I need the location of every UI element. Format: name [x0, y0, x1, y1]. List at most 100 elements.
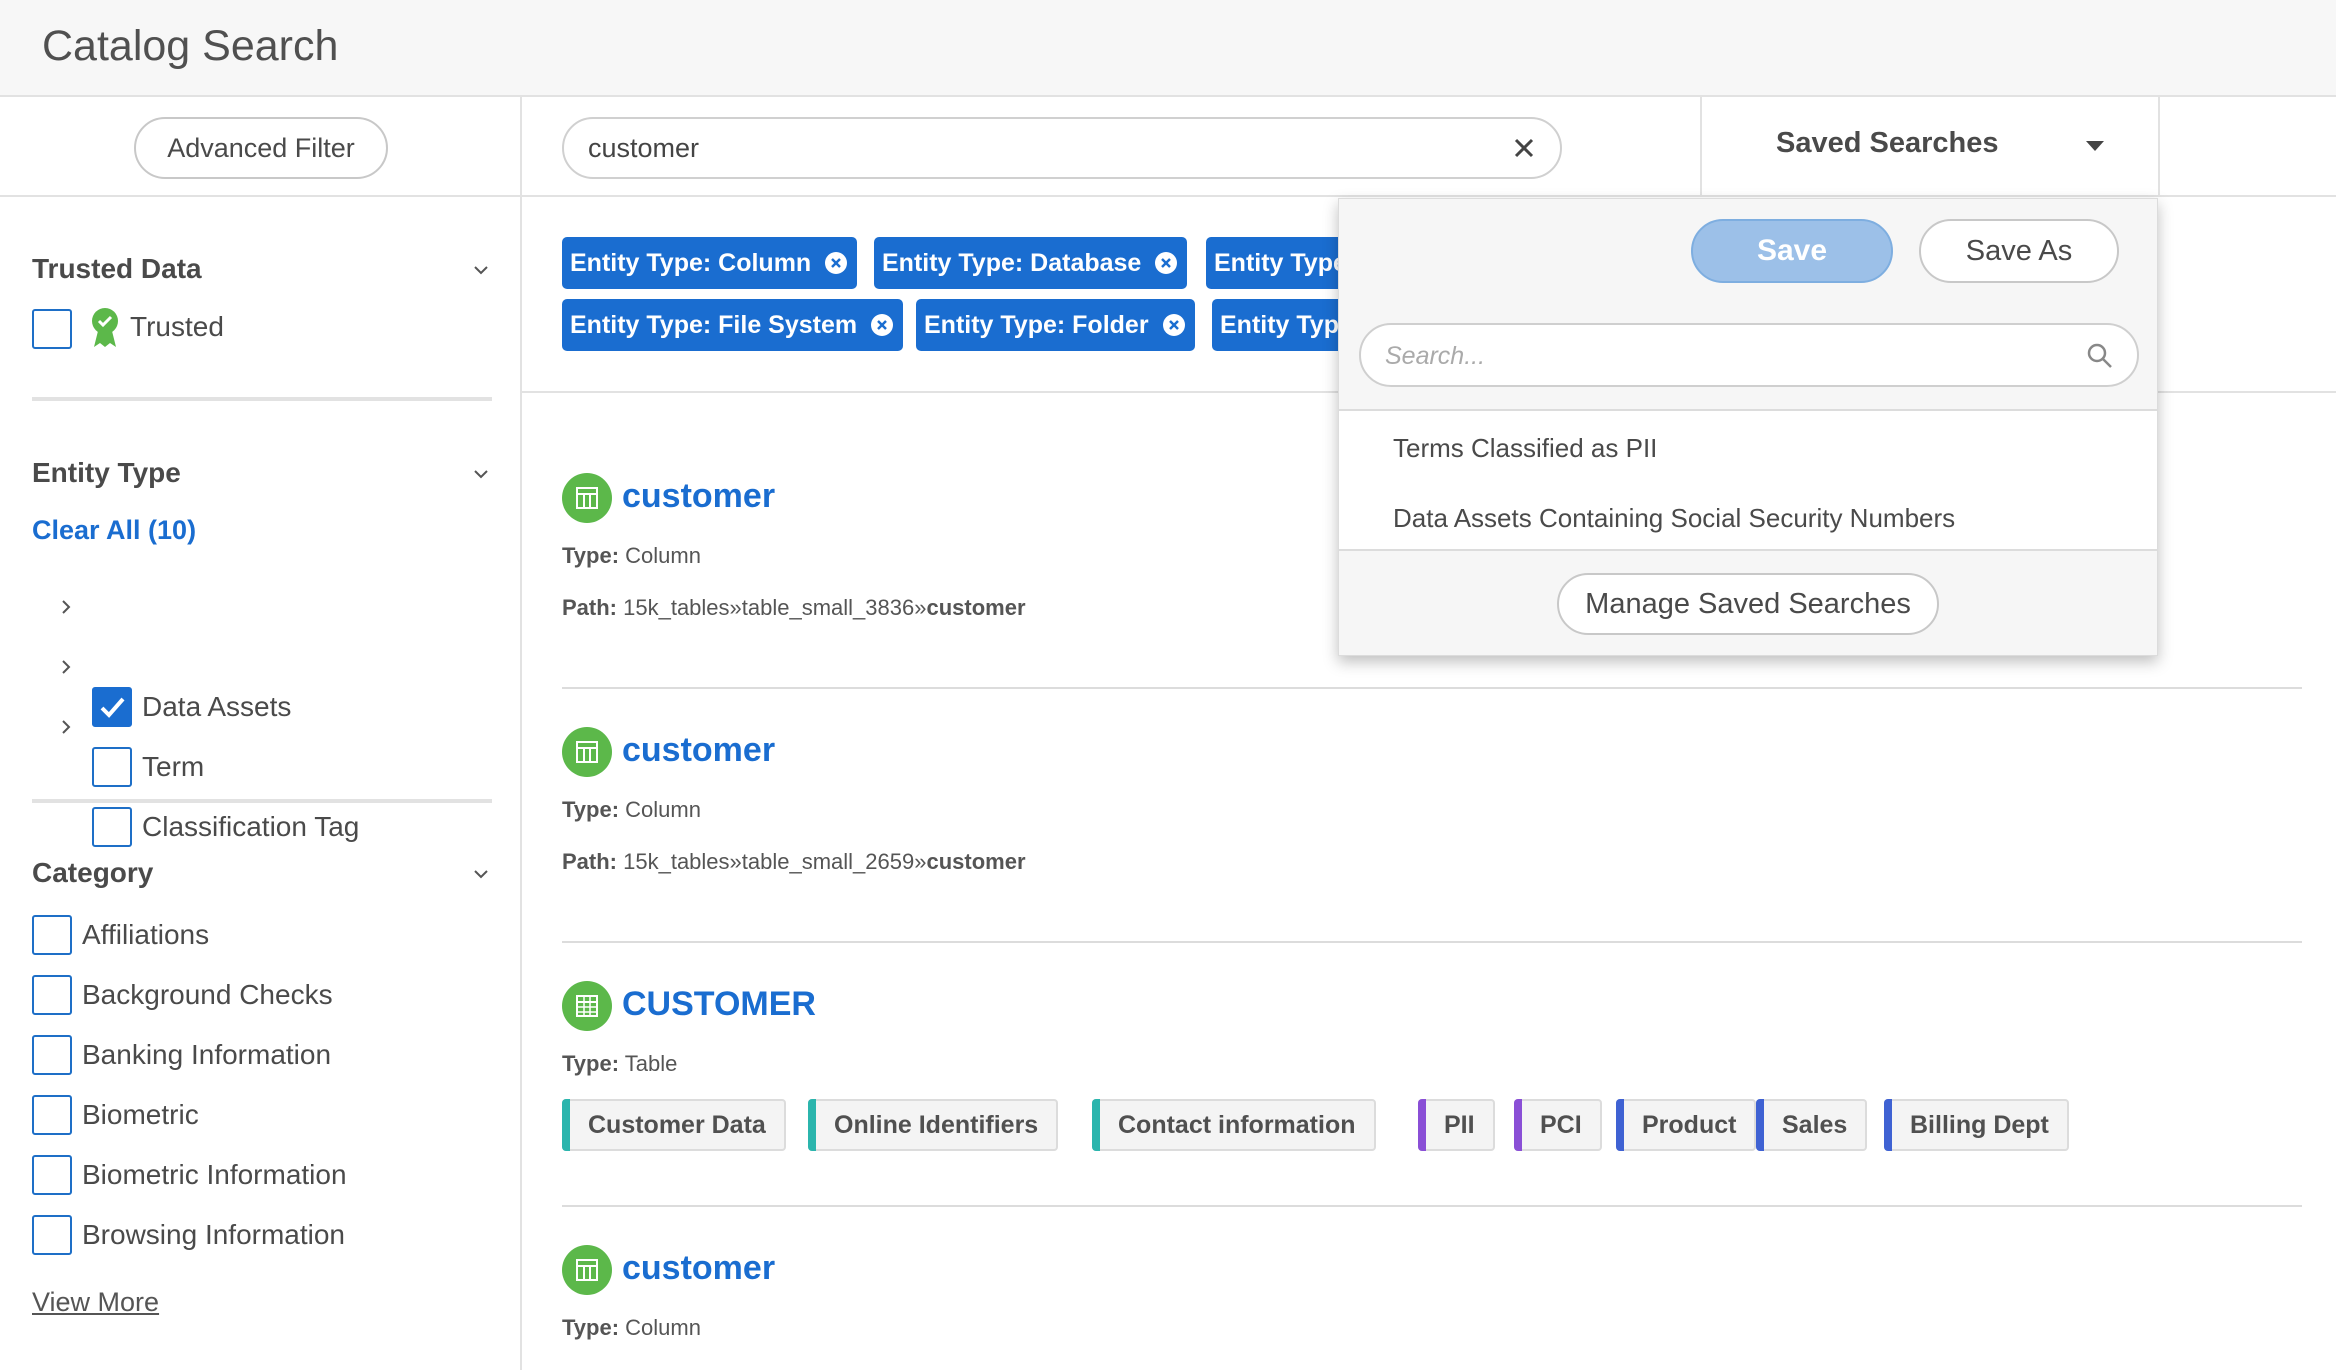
classification-tag-checkbox[interactable]: [92, 807, 132, 847]
result-title-link[interactable]: CUSTOMER: [622, 985, 816, 1024]
category-checkbox[interactable]: [32, 1215, 72, 1255]
saved-search-item[interactable]: Terms Classified as PII: [1393, 433, 1657, 464]
saved-search-item[interactable]: Data Assets Containing Social Security N…: [1393, 503, 1955, 534]
remove-chip-icon[interactable]: [825, 252, 848, 274]
term-checkbox[interactable]: [92, 747, 132, 787]
search-input[interactable]: customer: [562, 117, 1562, 179]
chevron-down-icon[interactable]: [470, 463, 492, 485]
remove-chip-icon[interactable]: [871, 314, 894, 336]
result-path: Path: 15k_tables»table_small_3836»custom…: [562, 595, 1026, 621]
category-checkbox[interactable]: [32, 1095, 72, 1135]
filter-chip[interactable]: Entity Type: Database: [874, 237, 1188, 289]
section-divider: [32, 397, 492, 401]
save-as-button[interactable]: Save As: [1919, 219, 2119, 283]
filter-chip-label: Entity Type: [1214, 248, 1347, 277]
entity-type-heading: Entity Type: [32, 457, 181, 488]
result-path: Path: 15k_tables»table_small_2659»custom…: [562, 849, 1026, 875]
chevron-right-icon[interactable]: [56, 597, 76, 617]
page-title: Catalog Search: [42, 22, 339, 70]
saved-searches-dropdown[interactable]: Saved Searches: [1700, 97, 2160, 197]
advanced-filter-button[interactable]: Advanced Filter: [134, 117, 388, 179]
category-heading: Category: [32, 857, 154, 888]
type-label: Type:: [562, 797, 620, 822]
view-more-link[interactable]: View More: [32, 1287, 159, 1318]
filter-chip[interactable]: Entity Type: [1206, 237, 1357, 289]
path-prefix: 15k_tables»table_small_3836»: [623, 595, 927, 620]
classification-tag[interactable]: Product: [1616, 1099, 1757, 1151]
column-icon: [562, 727, 612, 777]
search-value[interactable]: customer: [588, 133, 699, 164]
category-label: Browsing Information: [82, 1219, 346, 1250]
tag-label: Customer Data: [588, 1110, 766, 1139]
remove-chip-icon[interactable]: [1162, 314, 1185, 336]
path-prefix: 15k_tables»table_small_2659»: [623, 849, 927, 874]
chevron-down-icon[interactable]: [470, 863, 492, 885]
close-icon[interactable]: [1510, 134, 1538, 162]
result-type: Type: Table: [562, 1051, 677, 1077]
trusted-checkbox[interactable]: [32, 309, 72, 349]
chevron-right-icon[interactable]: [56, 657, 76, 677]
caret-down-icon[interactable]: [2084, 139, 2106, 153]
type-label: Type:: [562, 1051, 620, 1076]
type-value: Column: [625, 797, 701, 822]
path-leaf: customer: [926, 595, 1026, 620]
result-type: Type: Column: [562, 1315, 701, 1341]
filter-chip-label: Entity Type: Folder: [924, 310, 1149, 339]
classification-tag[interactable]: PII: [1418, 1099, 1495, 1151]
type-value: Table: [624, 1051, 678, 1076]
category-checkbox[interactable]: [32, 915, 72, 955]
tag-label: Product: [1642, 1110, 1737, 1139]
type-label: Type:: [562, 543, 620, 568]
manage-saved-searches-button[interactable]: Manage Saved Searches: [1557, 573, 1939, 635]
classification-tag[interactable]: PCI: [1514, 1099, 1602, 1151]
chevron-right-icon[interactable]: [56, 717, 76, 737]
filter-chip[interactable]: Entity Typ: [1212, 299, 1349, 351]
filter-chip-label: Entity Type: Column: [570, 248, 812, 277]
trusted-badge-icon: [90, 307, 120, 349]
tag-label: PCI: [1540, 1110, 1582, 1139]
entity-type-label: Classification Tag: [142, 811, 360, 842]
filter-chip-label: Entity Type: Database: [882, 248, 1142, 277]
category-label: Biometric Information: [82, 1159, 347, 1190]
classification-tag[interactable]: Billing Dept: [1884, 1099, 2069, 1151]
entity-type-label: Data Assets: [142, 691, 292, 722]
section-divider: [32, 799, 492, 803]
clear-all-link[interactable]: Clear All (10): [32, 515, 196, 546]
category-checkbox[interactable]: [32, 1035, 72, 1075]
type-label: Type:: [562, 1315, 620, 1340]
column-icon: [562, 1245, 612, 1295]
data-assets-checkbox[interactable]: [92, 687, 132, 727]
save-button[interactable]: Save: [1691, 219, 1893, 283]
tag-label: Billing Dept: [1910, 1110, 2049, 1139]
category-checkbox[interactable]: [32, 975, 72, 1015]
classification-tag[interactable]: Sales: [1756, 1099, 1868, 1151]
entity-type-label: Term: [142, 751, 205, 782]
tag-label: Online Identifiers: [834, 1110, 1039, 1139]
filter-chip[interactable]: Entity Type: Folder: [916, 299, 1195, 351]
classification-tag[interactable]: Contact information: [1092, 1099, 1376, 1151]
filter-chip-label: Entity Typ: [1220, 310, 1339, 339]
category-label: Banking Information: [82, 1039, 332, 1070]
chevron-down-icon[interactable]: [470, 259, 492, 281]
search-result: CUSTOMER Type: Table Customer Data Onlin…: [562, 981, 2302, 1201]
remove-chip-icon[interactable]: [1155, 252, 1178, 274]
type-value: Column: [625, 543, 701, 568]
table-icon: [562, 981, 612, 1031]
saved-searches-panel: Save Save As Terms Classified as PII Dat…: [1338, 198, 2158, 656]
path-label: Path:: [562, 595, 617, 620]
search-icon[interactable]: [2085, 341, 2115, 371]
sidebar-toolbar: Advanced Filter: [0, 97, 520, 197]
search-result: customer Type: Column: [562, 1245, 2302, 1370]
saved-search-input[interactable]: [1385, 339, 2065, 373]
result-title-link[interactable]: customer: [622, 477, 775, 516]
classification-tag[interactable]: Online Identifiers: [808, 1099, 1059, 1151]
app-header: Catalog Search: [0, 0, 2336, 97]
result-title-link[interactable]: customer: [622, 1249, 775, 1288]
category-checkbox[interactable]: [32, 1155, 72, 1195]
result-title-link[interactable]: customer: [622, 731, 775, 770]
classification-tag[interactable]: Customer Data: [562, 1099, 786, 1151]
tag-label: PII: [1444, 1110, 1475, 1139]
filter-chip[interactable]: Entity Type: Column: [562, 237, 858, 289]
filter-chip[interactable]: Entity Type: File System: [562, 299, 904, 351]
column-icon: [562, 473, 612, 523]
